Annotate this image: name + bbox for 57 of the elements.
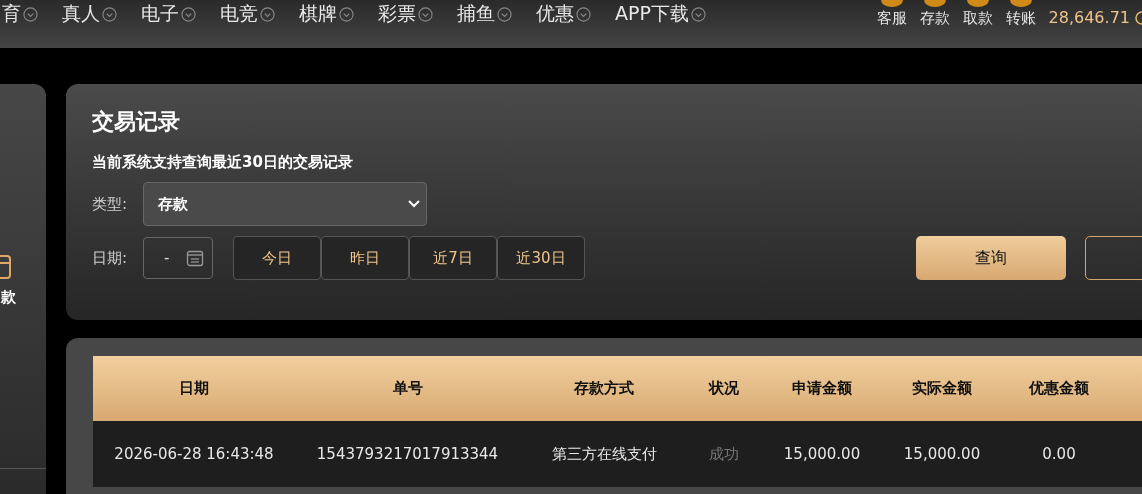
chevron-down-icon — [497, 6, 512, 22]
action-icon[interactable] — [965, 0, 990, 8]
calendar-icon[interactable] — [186, 249, 204, 267]
chevron-down-icon — [181, 6, 196, 22]
nav-menu-item[interactable]: 捕鱼 — [457, 1, 495, 27]
column-header: 优惠金额 — [1027, 379, 1090, 398]
table-cell-text: 1543793217017913344 — [315, 445, 500, 463]
column-header: 状况 — [707, 379, 740, 398]
action-link[interactable]: 取款 — [962, 9, 993, 28]
chevron-down-icon — [690, 6, 706, 22]
panel-subtitle: 当前系统支持查询最近30日的交易记录 — [92, 152, 354, 172]
chevron-down-icon — [418, 6, 433, 22]
query-button[interactable]: 查询 — [916, 236, 1066, 280]
date-label: 日期: — [92, 248, 129, 268]
date-range-button[interactable]: 近7日 — [409, 236, 497, 280]
column-header: 日期 — [178, 379, 210, 398]
nav-menu-item[interactable]: 真人 — [62, 1, 100, 27]
nav-menu-item[interactable]: 优惠 — [536, 1, 574, 27]
date-range-button[interactable]: 近30日 — [497, 236, 585, 280]
balance-amount: 28,646.71 — [1048, 8, 1130, 27]
table-cell-text: 0.00 — [1041, 445, 1077, 463]
chevron-down-icon — [102, 6, 117, 22]
reset-button[interactable] — [1085, 236, 1142, 280]
date-range-button[interactable]: 今日 — [233, 236, 321, 280]
action-icon[interactable] — [922, 0, 947, 8]
action-icon[interactable] — [1008, 0, 1033, 8]
chevron-down-icon — [260, 6, 275, 22]
column-header: 存款方式 — [573, 379, 635, 398]
type-label: 类型: — [92, 194, 129, 214]
action-icon[interactable] — [879, 0, 904, 8]
type-select[interactable]: 存款 — [143, 182, 427, 226]
action-link[interactable]: 客服 — [876, 9, 907, 28]
nav-menu-item[interactable]: APP下载 — [615, 1, 689, 27]
chevron-down-icon — [339, 6, 354, 22]
column-header: 申请金额 — [791, 379, 853, 398]
column-header: 单号 — [391, 379, 424, 398]
column-header: 实际金额 — [911, 379, 973, 398]
table-cell-text: 15,000.00 — [902, 445, 982, 463]
table-cell-text: 15,000.00 — [782, 445, 862, 463]
action-link[interactable]: 转账 — [1005, 9, 1036, 28]
table-cell-text: 2026-06-28 16:43:48 — [113, 445, 275, 463]
nav-menu-item[interactable]: 电竞 — [220, 1, 258, 27]
nav-menu-item[interactable]: 电子 — [141, 1, 179, 27]
action-link[interactable]: 存款 — [919, 9, 950, 28]
nav-menu-item[interactable]: 棋牌 — [299, 1, 337, 27]
nav-menu-item[interactable]: 育 — [2, 1, 21, 27]
chevron-down-icon — [23, 6, 38, 22]
table-cell-text: 第三方在线支付 — [550, 444, 658, 464]
chevron-down-icon — [408, 200, 420, 208]
date-field[interactable]: - — [143, 237, 213, 279]
status-text: 成功 — [708, 444, 740, 464]
page-title: 交易记录 — [92, 108, 181, 136]
nav-menu-item[interactable]: 彩票 — [378, 1, 416, 27]
sidebar-item[interactable]: 款 — [1, 288, 16, 307]
date-range-button[interactable]: 昨日 — [321, 236, 409, 280]
card-icon — [0, 254, 14, 280]
chevron-down-icon — [576, 6, 591, 22]
